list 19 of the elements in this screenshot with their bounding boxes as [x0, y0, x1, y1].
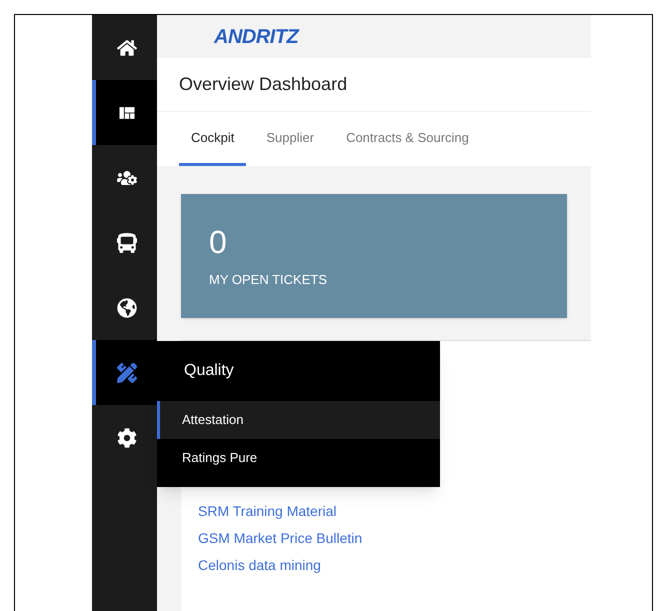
ruler-pencil-icon	[116, 362, 136, 382]
tab[interactable]: Supplier	[254, 112, 326, 166]
flyout-item[interactable]: Ratings Pure	[157, 439, 440, 477]
flyout-title: Quality	[184, 361, 234, 381]
company-logo: ANDRITZ	[214, 24, 298, 50]
page-title: Overview Dashboard	[179, 73, 348, 96]
tickets-label: MY OPEN TICKETS	[209, 271, 327, 289]
link[interactable]: Celonis data mining	[198, 555, 321, 576]
bus-icon	[116, 232, 136, 252]
link[interactable]: SRM Training Material	[198, 501, 336, 522]
globe-icon	[116, 298, 136, 318]
home-icon	[116, 38, 136, 58]
settings-icon	[116, 428, 136, 448]
tab[interactable]: Contracts & Sourcing	[334, 112, 481, 166]
tab[interactable]: Cockpit	[179, 112, 246, 166]
link[interactable]: GSM Market Price Bulletin	[198, 528, 362, 549]
flyout-item[interactable]: Attestation	[157, 401, 440, 439]
tickets-count: 0	[209, 226, 227, 258]
sidebar-item[interactable]	[92, 80, 157, 145]
